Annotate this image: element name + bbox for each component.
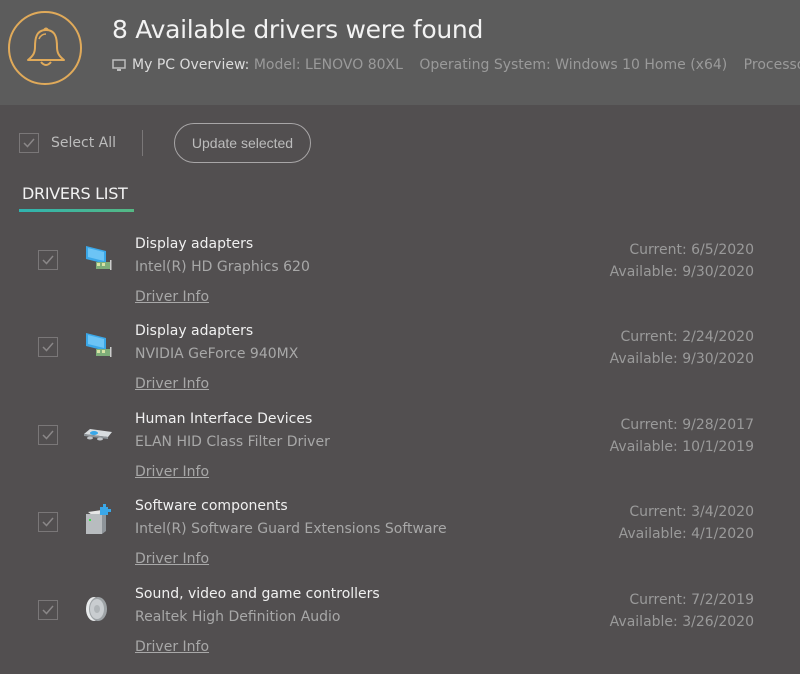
current-version-date: Current: 3/4/2020: [629, 504, 754, 520]
header: 8 Available drivers were found My PC Ove…: [0, 0, 800, 105]
model-info: Model: LENOVO 80XL: [253, 57, 403, 73]
driver-info-link[interactable]: Driver Info: [135, 639, 209, 655]
checkmark-icon: [42, 430, 54, 440]
notification-badge: [8, 11, 82, 85]
available-version-date: Available: 9/30/2020: [609, 351, 754, 367]
tab-active-indicator: [19, 209, 134, 212]
current-version-date: Current: 6/5/2020: [629, 242, 754, 258]
available-version-date: Available: 4/1/2020: [618, 526, 754, 542]
driver-info-link[interactable]: Driver Info: [135, 376, 209, 392]
driver-info-link[interactable]: Driver Info: [135, 464, 209, 480]
driver-device: ELAN HID Class Filter Driver: [135, 434, 330, 450]
toolbar-divider: [142, 130, 143, 156]
driver-row: Display adapters NVIDIA GeForce 940MX Dr…: [0, 323, 800, 411]
pc-overview: My PC Overview: Model: LENOVO 80XL Opera…: [112, 57, 800, 76]
hid-icon: [82, 417, 114, 449]
current-version-date: Current: 9/28/2017: [620, 417, 754, 433]
driver-category: Software components: [135, 498, 288, 514]
select-all-label[interactable]: Select All: [51, 135, 116, 151]
checkmark-icon: [42, 255, 54, 265]
processor-info: Processor: Int: [743, 57, 800, 73]
checkmark-icon: [42, 342, 54, 352]
driver-device: NVIDIA GeForce 940MX: [135, 346, 299, 362]
speaker-icon: [82, 592, 114, 624]
driver-checkbox[interactable]: [38, 337, 58, 357]
driver-row: Display adapters Intel(R) HD Graphics 62…: [0, 236, 800, 324]
os-info: Operating System: Windows 10 Home (x64): [419, 57, 728, 73]
bell-icon: [27, 27, 65, 66]
driver-checkbox[interactable]: [38, 425, 58, 445]
driver-category: Sound, video and game controllers: [135, 586, 380, 602]
driver-row: Human Interface Devices ELAN HID Class F…: [0, 411, 800, 499]
available-version-date: Available: 10/1/2019: [609, 439, 754, 455]
display-adapter-icon: [82, 329, 114, 361]
tab-drivers-list[interactable]: DRIVERS LIST: [22, 184, 128, 203]
driver-device: Intel(R) Software Guard Extensions Softw…: [135, 521, 447, 537]
driver-row: Sound, video and game controllers Realte…: [0, 586, 800, 674]
driver-checkbox[interactable]: [38, 600, 58, 620]
driver-info-link[interactable]: Driver Info: [135, 551, 209, 567]
available-version-date: Available: 9/30/2020: [609, 264, 754, 280]
page-title: 8 Available drivers were found: [112, 15, 484, 44]
monitor-icon: [112, 59, 126, 76]
display-adapter-icon: [82, 242, 114, 274]
driver-device: Realtek High Definition Audio: [135, 609, 341, 625]
driver-category: Human Interface Devices: [135, 411, 313, 427]
select-all-checkbox[interactable]: [19, 133, 39, 153]
checkmark-icon: [42, 517, 54, 527]
driver-checkbox[interactable]: [38, 512, 58, 532]
update-selected-button[interactable]: Update selected: [174, 123, 311, 163]
current-version-date: Current: 7/2/2019: [629, 592, 754, 608]
driver-category: Display adapters: [135, 323, 254, 339]
driver-checkbox[interactable]: [38, 250, 58, 270]
overview-label: My PC Overview:: [132, 57, 250, 73]
driver-info-link[interactable]: Driver Info: [135, 289, 209, 305]
driver-device: Intel(R) HD Graphics 620: [135, 259, 310, 275]
driver-category: Display adapters: [135, 236, 254, 252]
checkmark-icon: [23, 138, 35, 148]
current-version-date: Current: 2/24/2020: [620, 329, 754, 345]
driver-row: Software components Intel(R) Software Gu…: [0, 498, 800, 586]
available-version-date: Available: 3/26/2020: [609, 614, 754, 630]
software-component-icon: [82, 504, 114, 536]
checkmark-icon: [42, 605, 54, 615]
toolbar: Select All Update selected: [0, 110, 800, 180]
